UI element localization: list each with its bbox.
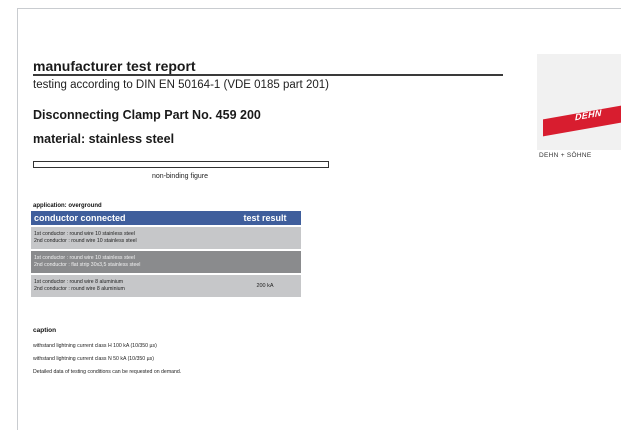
title-underline — [33, 74, 503, 76]
results-table: conductor connected test result 1st cond… — [31, 211, 301, 297]
conductor-cell: 1st conductor : round wire 10 stainless … — [31, 255, 229, 270]
caption-line-class-n: withstand lightning current class N 50 k… — [33, 356, 154, 362]
table-row: 1st conductor : round wire 10 stainless … — [31, 227, 301, 249]
report-subtitle: testing according to DIN EN 50164-1 (VDE… — [33, 79, 329, 91]
caption-line-class-h: withstand lightning current class H 100 … — [33, 343, 157, 349]
conductor-line-2: 2nd conductor : round wire 8 aluminium — [34, 286, 125, 292]
conductor-line-1: 1st conductor : round wire 8 aluminium — [34, 278, 124, 285]
company-name: DEHN + SÖHNE — [539, 152, 592, 159]
table-row: 1st conductor : round wire 10 stainless … — [31, 251, 301, 273]
conductor-line-1: 1st conductor : round wire 10 stainless … — [34, 230, 135, 237]
conductor-cell: 1st conductor : round wire 10 stainless … — [31, 231, 229, 246]
conductor-line-2: 2nd conductor : round wire 10 stainless … — [34, 238, 137, 244]
page-frame-top — [17, 8, 621, 9]
header-conductor-connected: conductor connected — [34, 213, 126, 223]
product-heading: Disconnecting Clamp Part No. 459 200 — [33, 108, 261, 122]
application-label: application: overground — [33, 203, 102, 209]
result-cell: 200 kA — [256, 283, 274, 289]
material-heading: material: stainless steel — [33, 132, 175, 146]
table-row: 1st conductor : round wire 8 aluminium 2… — [31, 275, 301, 297]
dehn-logo: DEHN — [537, 54, 621, 150]
caption-heading: caption — [33, 327, 57, 334]
page-frame-left — [17, 8, 18, 430]
header-test-result: test result — [243, 213, 287, 223]
report-title: manufacturer test report — [33, 58, 196, 74]
conductor-line-2: 2nd conductor : flat strip 30x3,5 stainl… — [34, 262, 141, 268]
caption-line-note: Detailed data of testing conditions can … — [33, 369, 182, 375]
table-header: conductor connected test result — [31, 211, 301, 225]
conductor-cell: 1st conductor : round wire 8 aluminium 2… — [31, 279, 229, 294]
figure-caption: non-binding figure — [151, 173, 209, 180]
figure-placeholder — [33, 161, 329, 168]
conductor-line-1: 1st conductor : round wire 10 stainless … — [34, 254, 135, 261]
